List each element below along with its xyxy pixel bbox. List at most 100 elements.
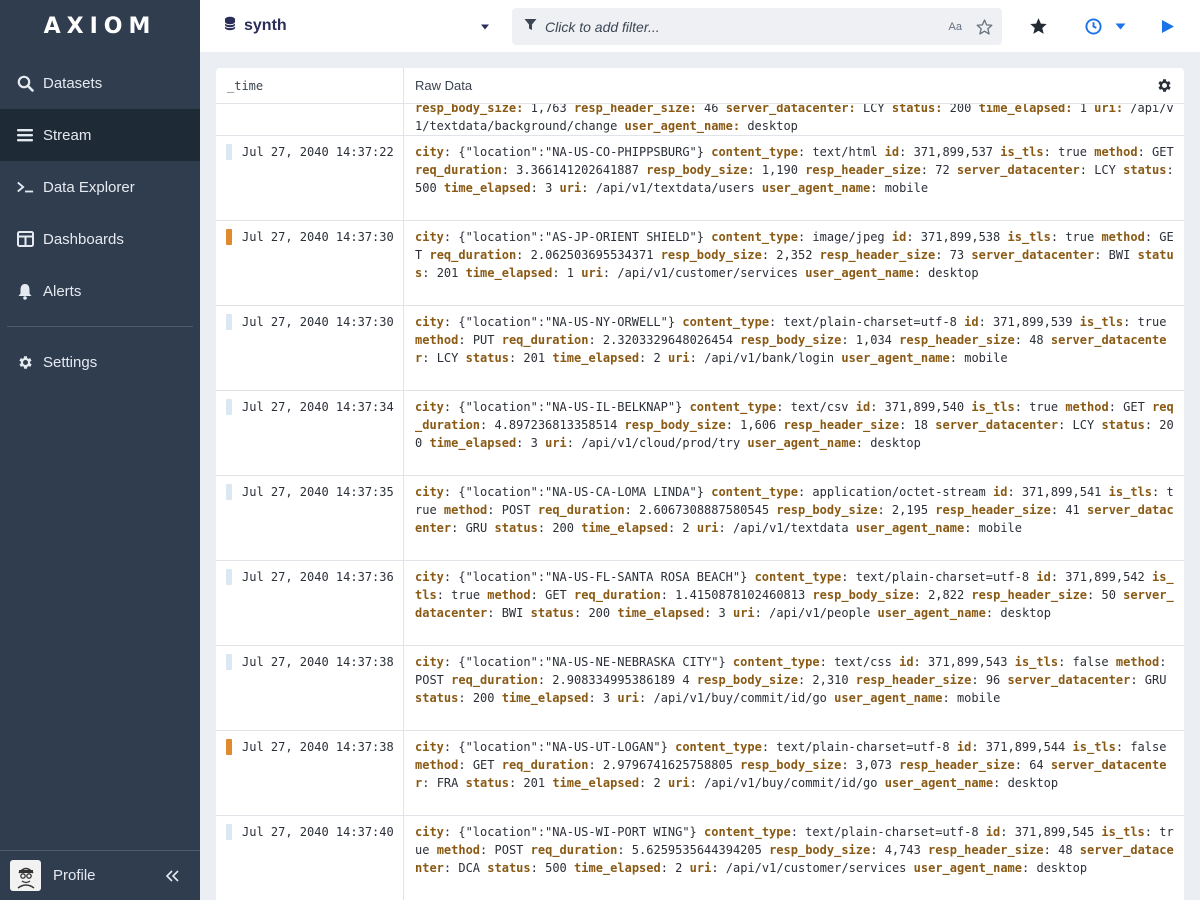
warning-level-marker: [226, 739, 232, 755]
field-key: uri:: [1094, 104, 1124, 115]
field-value: true: [451, 588, 481, 602]
field-value: {"location":"NA-US-UT-LOGAN"}: [458, 740, 668, 754]
field-key: city: [415, 400, 444, 414]
dataset-selector[interactable]: synth: [224, 14, 490, 38]
filter-placeholder[interactable]: Click to add filter...: [545, 19, 949, 35]
info-level-marker: [226, 569, 232, 585]
field-key: city: [415, 570, 444, 584]
field-value: 2.3203329648026454: [602, 333, 733, 347]
field-value: image/jpeg: [812, 230, 885, 244]
field-key: user_agent_name: [877, 606, 986, 620]
field-key: time_elapsed: [617, 606, 705, 620]
field-key: is_tls: [1000, 145, 1044, 159]
field-key: method: [1094, 145, 1138, 159]
raw-data-cell: city: {"location":"NA-US-CO-PHIPPSBURG"}…: [415, 145, 1174, 195]
field-key: user_agent_name: [855, 521, 965, 535]
field-key: resp_body_size: [740, 333, 842, 347]
field-value: 18: [913, 418, 929, 432]
table-row[interactable]: Jul 27, 2040 14:37:40 city: {"location":"…: [216, 816, 1184, 900]
info-level-marker: [226, 824, 232, 840]
column-header-time[interactable]: _time: [216, 68, 404, 103]
field-value: 2.6067308887580545: [639, 503, 770, 517]
table-row[interactable]: Jul 27, 2040 14:37:36 city: {"location":"…: [216, 561, 1184, 646]
axiom-logo[interactable]: AXIOM: [0, 0, 200, 52]
field-key: time_elapsed: [552, 776, 640, 790]
field-key: req_duration: [530, 843, 618, 857]
field-value: POST: [494, 843, 524, 857]
field-value: {"location":"NA-US-NY-ORWELL"}: [458, 315, 676, 329]
sidebar-divider: [7, 326, 193, 327]
dataset-name: synth: [244, 17, 287, 34]
field-key: content_type: [711, 145, 798, 159]
field-value: 2,822: [928, 588, 965, 602]
dashboard-icon: [16, 230, 34, 248]
play-icon[interactable]: [1158, 16, 1178, 36]
field-value: 3.366141202641887: [516, 163, 639, 177]
field-value: GET: [545, 588, 567, 602]
time-range-chevron-icon[interactable]: [1110, 16, 1130, 36]
sidebar-item-alerts[interactable]: Alerts: [0, 265, 200, 317]
starred-queries-icon[interactable]: [1028, 16, 1048, 36]
sidebar-item-data-explorer[interactable]: Data Explorer: [0, 161, 200, 213]
field-value: 2: [675, 861, 683, 875]
field-key: status: [465, 776, 509, 790]
field-key: req_duration: [574, 588, 661, 602]
field-key: resp_header_size: [805, 163, 921, 177]
field-value: text/plain-charset=utf-8: [776, 740, 950, 754]
field-key: method: [415, 758, 459, 772]
time-cell: Jul 27, 2040 14:37:34: [216, 391, 404, 475]
sidebar-item-label: Alerts: [43, 282, 82, 300]
sidebar-item-datasets[interactable]: Datasets: [0, 57, 200, 109]
sidebar-item-dashboards[interactable]: Dashboards: [0, 213, 200, 265]
field-key: server_datacenter: [935, 418, 1059, 432]
field-value: 3,073: [855, 758, 892, 772]
table-row-partial[interactable]: resp_body_size: 1,763 resp_header_size: …: [216, 104, 1184, 136]
profile-menu[interactable]: Profile: [0, 850, 200, 900]
timestamp: Jul 27, 2040 14:37:34: [242, 400, 394, 414]
field-value: POST: [415, 673, 444, 687]
avatar[interactable]: [10, 860, 41, 891]
field-value: /api/v1/people: [769, 606, 871, 620]
table-row[interactable]: Jul 27, 2040 14:37:35 city: {"location":"…: [216, 476, 1184, 561]
field-value: 201: [523, 351, 546, 365]
clock-icon[interactable]: [1083, 16, 1103, 36]
field-key: status: [487, 861, 531, 875]
column-header-raw-data[interactable]: Raw Data: [404, 68, 1144, 103]
field-key: city: [415, 230, 444, 244]
field-key: city: [415, 655, 444, 669]
field-key: content_type: [704, 825, 791, 839]
raw-data-cell: resp_body_size: 1,763 resp_header_size: …: [404, 104, 1184, 135]
filter-bar[interactable]: Click to add filter... Aa: [512, 8, 1002, 45]
field-value: desktop: [1036, 861, 1088, 875]
field-key: is_tls: [1072, 740, 1116, 754]
table-row[interactable]: Jul 27, 2040 14:37:34 city: {"location":"…: [216, 391, 1184, 476]
field-value: mobile: [978, 521, 1023, 535]
table-row[interactable]: Jul 27, 2040 14:37:38 city: {"location":"…: [216, 646, 1184, 731]
table-header: _time Raw Data: [216, 68, 1184, 104]
field-value: {"location":"NA-US-CO-PHIPPSBURG"}: [458, 145, 704, 159]
field-key: content_type: [689, 400, 777, 414]
field-value: 371,899,539: [993, 315, 1073, 329]
sidebar-item-settings[interactable]: Settings: [0, 336, 200, 388]
table-row[interactable]: Jul 27, 2040 14:37:30 city: {"location":"…: [216, 221, 1184, 306]
table-row[interactable]: Jul 27, 2040 14:37:38 city: {"location":"…: [216, 731, 1184, 816]
raw-data-cell: city: {"location":"NA-US-WI-PORT WING"} …: [415, 825, 1174, 875]
field-value: 2,195: [891, 503, 929, 517]
field-key: resp_body_size: [696, 673, 798, 687]
case-sensitive-toggle[interactable]: Aa: [949, 21, 962, 33]
field-value: 96: [985, 673, 1001, 687]
field-key: server_datacenter: [971, 248, 1095, 262]
table-row[interactable]: Jul 27, 2040 14:37:22 city: {"location":"…: [216, 136, 1184, 221]
field-value: /api/v1/cloud/prod/try: [581, 436, 741, 450]
field-key: is_tls: [1108, 485, 1152, 499]
table-row[interactable]: Jul 27, 2040 14:37:30 city: {"location":"…: [216, 306, 1184, 391]
star-outline-icon[interactable]: [976, 18, 993, 35]
field-value: 2.9796741625758805: [602, 758, 733, 772]
timestamp: Jul 27, 2040 14:37:22: [242, 145, 394, 159]
field-key: id: [985, 825, 1001, 839]
collapse-sidebar-icon[interactable]: [162, 869, 182, 882]
sidebar-item-stream[interactable]: Stream: [0, 109, 200, 161]
field-value: 371,899,537: [913, 145, 994, 159]
table-settings-gear-icon[interactable]: [1144, 68, 1184, 103]
field-value: GRU: [465, 521, 488, 535]
